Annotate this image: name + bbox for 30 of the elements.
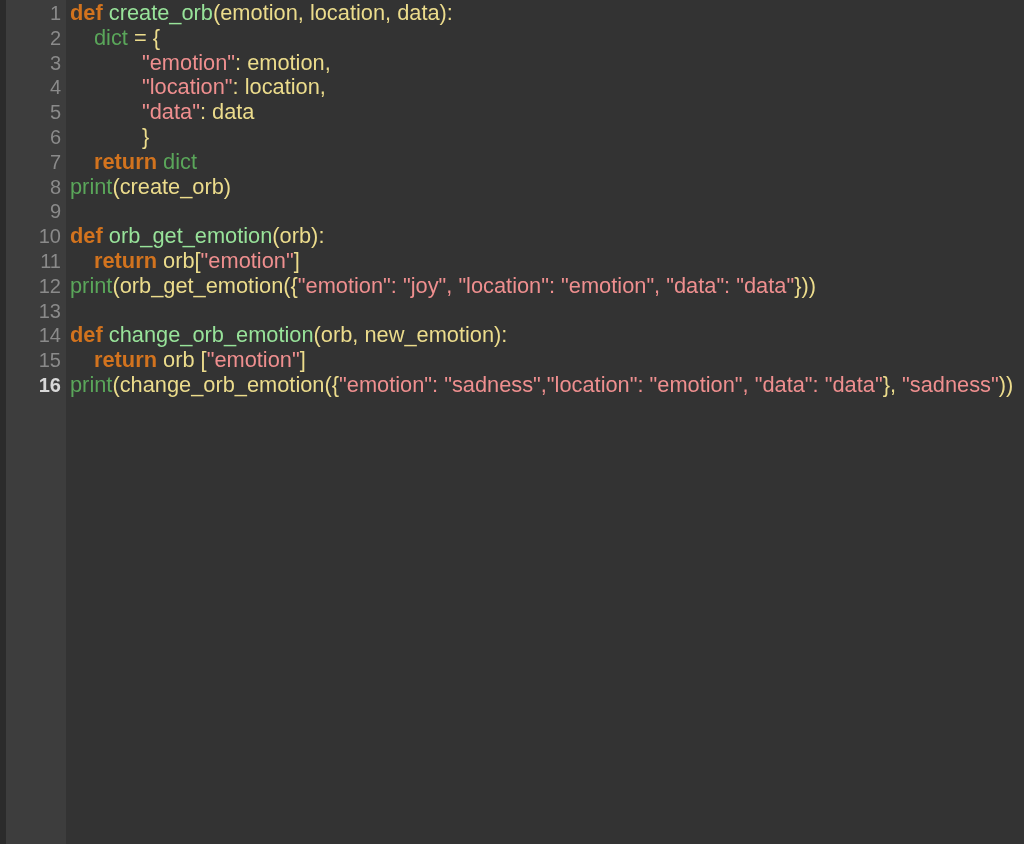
code-line: print(orb_get_emotion({"emotion": "joy", "location": "emotion", "data": "data"})) [70, 273, 816, 299]
line-number: 3 [48, 50, 62, 76]
line-number: 10 [37, 224, 62, 249]
code-line: return orb ["emotion"] [93, 348, 306, 373]
code-line: "emotion": emotion, [141, 50, 331, 76]
line-number: 14 [37, 323, 62, 349]
code-line: print(change_orb_emotion({"emotion": "sadness","location": "emotion", "data": "data"}, "sadness")) [70, 372, 1014, 398]
line-number: 7 [48, 149, 62, 175]
line-number: 5 [48, 100, 62, 125]
line-number: 4 [48, 75, 62, 101]
code-line: def change_orb_emotion(orb, new_emotion): [70, 323, 508, 349]
line-number: 9 [48, 199, 62, 225]
line-number: 1 [48, 1, 62, 26]
line-number: 8 [48, 174, 62, 200]
line-number: 13 [37, 298, 62, 324]
code-line: def create_orb(emotion, location, data): [70, 1, 453, 26]
code-line: return dict [93, 149, 197, 175]
code-line: "location": location, [141, 75, 326, 101]
line-number: 11 [39, 248, 62, 274]
code-line: } [141, 125, 150, 150]
line-number: 16 [37, 372, 62, 398]
code-line: return orb["emotion"] [93, 248, 300, 274]
code-line: print(create_orb) [70, 174, 232, 200]
line-number: 15 [37, 348, 62, 373]
code-line: "data": data [141, 100, 255, 125]
code-line: dict = { [93, 25, 161, 51]
line-number: 12 [37, 273, 62, 299]
code-line: def orb_get_emotion(orb): [70, 224, 325, 249]
line-number: 2 [48, 25, 62, 51]
line-number: 6 [48, 125, 62, 150]
